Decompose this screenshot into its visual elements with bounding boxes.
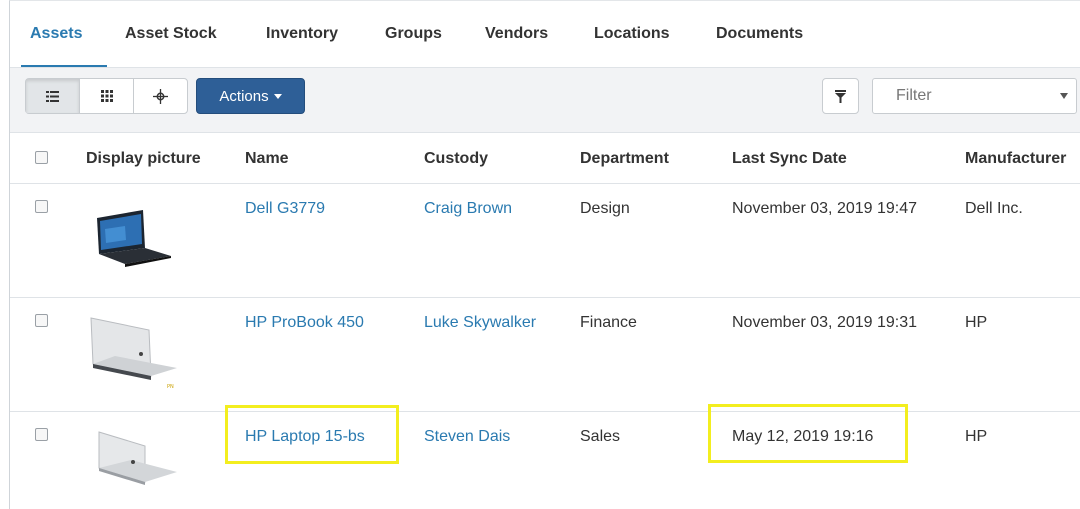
tab-assets[interactable]: Assets (30, 25, 82, 43)
asset-name-link[interactable]: HP Laptop 15-bs (245, 428, 365, 446)
view-mode-group (25, 78, 188, 114)
actions-label: Actions (219, 87, 269, 105)
column-header-last-sync-date[interactable]: Last Sync Date (732, 150, 847, 168)
last-sync-value: November 03, 2019 19:31 (732, 314, 918, 331)
grid-view-button[interactable] (80, 79, 134, 113)
caret-down-icon (273, 93, 282, 99)
filter-placeholder: Filter (896, 87, 932, 104)
table-row: Dell G3779 Craig Brown Design November 0… (10, 184, 1080, 298)
last-sync-value: November 03, 2019 19:47 (732, 200, 918, 217)
custody-link[interactable]: Luke Skywalker (424, 314, 536, 332)
toolbar: Actions Filter (10, 68, 1080, 132)
map-view-button[interactable] (134, 79, 187, 113)
tab-asset-stock[interactable]: Asset Stock (125, 25, 217, 43)
table-row: HP Laptop 15-bs Steven Dais Sales May 12… (10, 412, 1080, 509)
select-all-checkbox[interactable] (35, 151, 48, 164)
row-checkbox[interactable] (35, 314, 48, 327)
column-header-custody[interactable]: Custody (424, 150, 488, 168)
column-header-department[interactable]: Department (580, 150, 669, 168)
tab-groups[interactable]: Groups (385, 25, 442, 43)
column-header-manufacturer[interactable]: Manufacturer (965, 150, 1066, 168)
list-view-button[interactable] (26, 79, 80, 113)
last-sync-value: May 12, 2019 19:16 (732, 428, 874, 445)
list-view-icon (46, 90, 59, 102)
custody-link[interactable]: Steven Dais (424, 428, 510, 446)
manufacturer-value: Dell Inc. (965, 200, 1023, 217)
column-header-name[interactable]: Name (245, 150, 289, 168)
tab-locations[interactable]: Locations (594, 25, 670, 43)
custody-link[interactable]: Craig Brown (424, 200, 512, 218)
row-checkbox[interactable] (35, 200, 48, 213)
assets-table: Display picture Name Custody Department … (10, 132, 1080, 509)
department-value: Design (580, 200, 630, 217)
hp-laptop-image (98, 431, 177, 485)
filter-funnel-icon (835, 89, 846, 103)
select-arrow-icon (1060, 93, 1068, 99)
svg-text:PN: PN (167, 384, 174, 390)
map-view-icon (153, 88, 168, 104)
table-header: Display picture Name Custody Department … (10, 132, 1080, 184)
manufacturer-value: HP (965, 314, 988, 331)
grid-view-icon (100, 90, 113, 102)
tab-inventory[interactable]: Inventory (266, 25, 338, 43)
manufacturer-value: HP (965, 428, 988, 445)
tab-documents[interactable]: Documents (716, 25, 803, 43)
tab-bar: Assets Asset Stock Inventory Groups Vend… (10, 1, 1080, 68)
column-header-display-picture[interactable]: Display picture (86, 150, 201, 168)
hp-probook-image: PN (90, 317, 177, 390)
asset-panel: Assets Asset Stock Inventory Groups Vend… (9, 0, 1080, 509)
tab-vendors[interactable]: Vendors (485, 25, 548, 43)
filter-select[interactable]: Filter (872, 78, 1077, 114)
asset-name-link[interactable]: HP ProBook 450 (245, 314, 364, 332)
row-checkbox[interactable] (35, 428, 48, 441)
department-value: Sales (580, 428, 621, 445)
filter-toggle-button[interactable] (822, 78, 859, 114)
department-value: Finance (580, 314, 637, 331)
actions-dropdown-button[interactable]: Actions (196, 78, 305, 114)
dell-laptop-image (97, 210, 171, 267)
table-row: PN HP ProBook 450 Luke Skywalker Finance… (10, 298, 1080, 412)
asset-name-link[interactable]: Dell G3779 (245, 200, 325, 218)
